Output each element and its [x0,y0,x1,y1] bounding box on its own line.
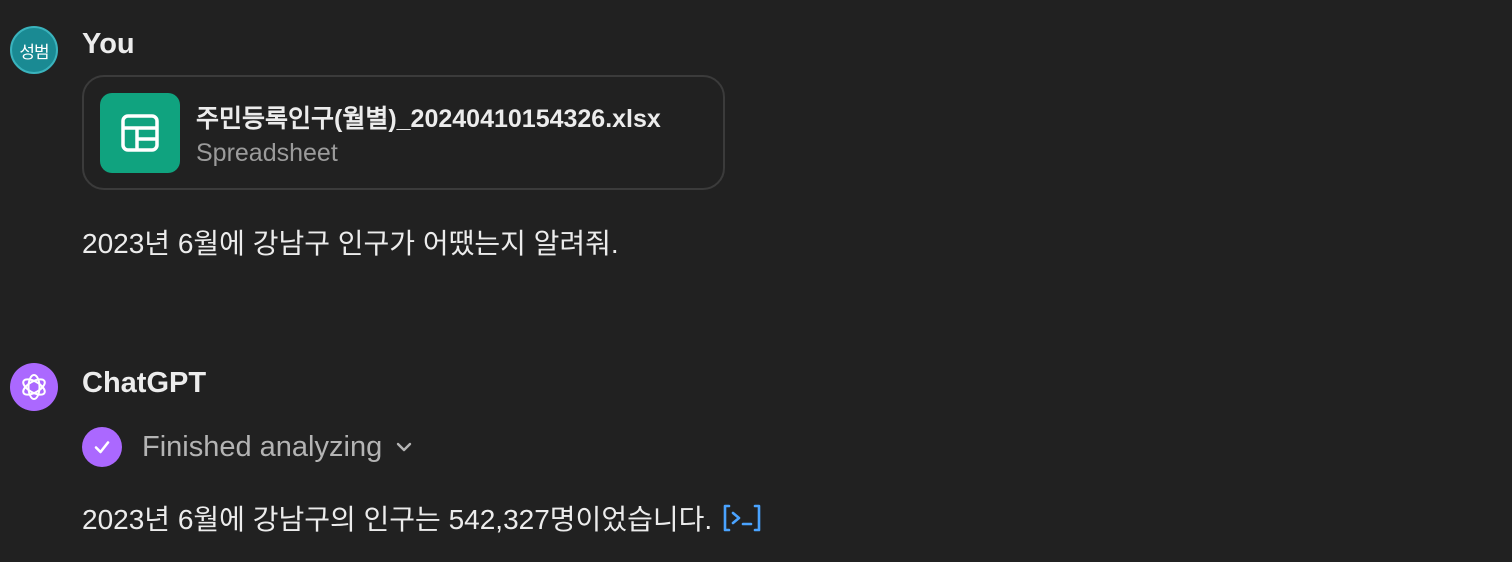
spreadsheet-icon [100,93,180,173]
check-icon [82,427,122,467]
user-avatar-initials: 성범 [19,42,49,62]
assistant-message-text: 2023년 6월에 강남구의 인구는 542,327명이었습니다. [82,504,713,535]
file-attachment-card[interactable]: 주민등록인구(월별)_20240410154326.xlsx Spreadshe… [82,75,725,190]
user-avatar: 성범 [10,26,58,74]
code-output-icon[interactable] [722,503,762,533]
openai-logo-icon [10,363,58,411]
assistant-author-name: ChatGPT [82,367,207,399]
file-name: 주민등록인구(월별)_20240410154326.xlsx [196,105,661,133]
user-message-text: 2023년 6월에 강남구 인구가 어땠는지 알려줘. [82,228,619,259]
file-type-label: Spreadsheet [196,139,338,167]
user-author-name: You [82,28,135,60]
chevron-down-icon [394,437,414,457]
analysis-status-label: Finished analyzing [142,430,383,463]
analysis-status-toggle[interactable]: Finished analyzing [82,426,414,468]
assistant-message-row: 2023년 6월에 강남구의 인구는 542,327명이었습니다. [82,498,762,538]
